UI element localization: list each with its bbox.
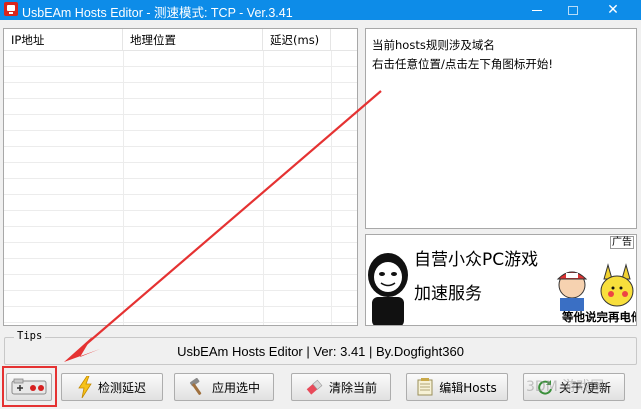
minimize-icon: [532, 9, 542, 11]
column-header-location[interactable]: 地理位置: [123, 29, 263, 51]
info-line-domains: 当前hosts规则涉及域名: [372, 38, 495, 52]
annotation-highlight-box: [2, 366, 57, 407]
info-line-hint: 右击任意位置/点击左下角图标开始!: [372, 57, 553, 71]
ad-tag: 广告: [610, 236, 634, 249]
grid-line: [123, 51, 124, 325]
detect-latency-button[interactable]: 检测延迟: [61, 373, 163, 401]
tips-text: UsbEAm Hosts Editor | Ver: 3.41 | By.Dog…: [177, 344, 464, 359]
maximize-button[interactable]: [558, 0, 588, 20]
apply-selected-button[interactable]: 应用选中: [174, 373, 274, 401]
watermark: 3DM 游戏网: [526, 379, 605, 395]
eraser-icon: [306, 379, 323, 395]
column-header-latency[interactable]: 延迟(ms): [263, 29, 331, 51]
apply-selected-label: 应用选中: [211, 380, 260, 395]
hammer-icon: [189, 378, 202, 395]
minimize-button[interactable]: [522, 0, 552, 20]
grid-line: [331, 51, 332, 325]
edit-hosts-label: 编辑Hosts: [439, 380, 497, 395]
panda-meme-icon: [368, 253, 408, 325]
ad-subline: 加速服务: [414, 284, 482, 304]
lightning-icon: [78, 376, 92, 398]
domain-info-panel[interactable]: 当前hosts规则涉及域名 右击任意位置/点击左下角图标开始!: [365, 28, 637, 229]
tips-legend: Tips: [14, 330, 46, 342]
title-bar: UsbEAm Hosts Editor - 测速模式: TCP - Ver.3.…: [0, 0, 641, 20]
tips-group: Tips UsbEAm Hosts Editor | Ver: 3.41 | B…: [4, 330, 637, 365]
clear-current-label: 清除当前: [328, 380, 377, 395]
list-header: IP地址 地理位置 延迟(ms): [4, 29, 357, 51]
window-title: UsbEAm Hosts Editor - 测速模式: TCP - Ver.3.…: [22, 6, 293, 20]
column-header-ip[interactable]: IP地址: [4, 29, 123, 51]
clear-current-button[interactable]: 清除当前: [291, 373, 391, 401]
notepad-icon: [417, 378, 433, 396]
detect-latency-label: 检测延迟: [97, 380, 146, 395]
column-header-filler: [331, 29, 357, 51]
list-body[interactable]: [4, 51, 357, 325]
edit-hosts-button[interactable]: 编辑Hosts: [406, 373, 508, 401]
ad-banner[interactable]: 广告 自营小众PC游戏 加速服务 等他说完再电他: [365, 234, 637, 326]
close-button[interactable]: ✕: [598, 0, 628, 20]
app-logo-icon[interactable]: [4, 2, 18, 16]
ad-caption: 等他说完再电他: [562, 310, 637, 324]
cartoon-characters-icon: [556, 263, 634, 311]
ad-headline: 自营小众PC游戏: [414, 250, 539, 270]
grid-line: [263, 51, 264, 325]
maximize-icon: [568, 5, 578, 15]
hosts-list-view[interactable]: IP地址 地理位置 延迟(ms): [3, 28, 358, 326]
